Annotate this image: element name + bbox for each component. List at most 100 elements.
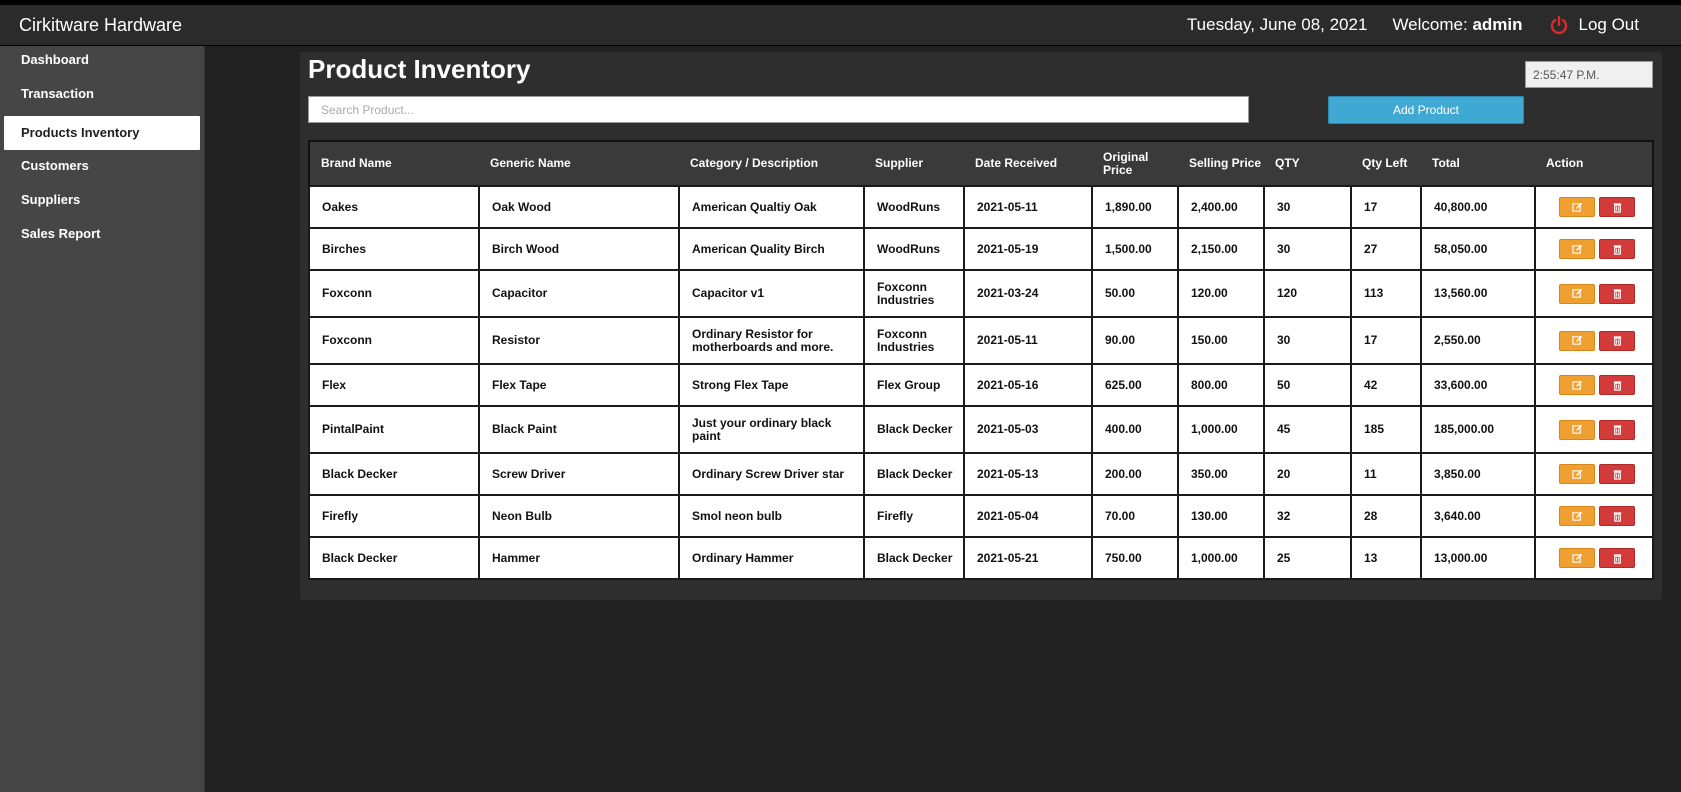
trash-icon [1613,202,1621,213]
table-cell: WoodRuns [863,227,965,271]
table-cell: 32 [1263,494,1352,538]
table-cell: 28 [1350,494,1422,538]
table-cell: 350.00 [1177,452,1265,496]
edit-button[interactable] [1559,197,1595,217]
column-header: Selling Price [1178,141,1264,186]
edit-button[interactable] [1559,375,1595,395]
column-header: Generic Name [479,141,679,186]
search-input[interactable] [308,96,1249,123]
delete-button[interactable] [1599,464,1635,484]
table-cell: Birch Wood [478,227,680,271]
edit-button[interactable] [1559,419,1595,440]
edit-icon [1571,511,1582,521]
delete-button[interactable] [1599,239,1635,259]
table-cell: Oak Wood [478,185,680,229]
delete-button[interactable] [1599,375,1635,395]
edit-icon [1571,553,1582,563]
table-cell: 625.00 [1091,363,1179,407]
action-cell [1534,405,1654,454]
table-cell: PintalPaint [308,405,480,454]
current-date: Tuesday, June 08, 2021 [1186,15,1368,34]
table-cell: 185 [1350,405,1422,454]
top-bar: Cirkitware Hardware Tuesday, June 08, 20… [0,0,1681,46]
table-cell: 3,850.00 [1420,452,1536,496]
table-cell: 11 [1350,452,1422,496]
table-cell: 13,560.00 [1420,269,1536,318]
action-cell [1534,269,1654,318]
sidebar-item-products-inventory[interactable]: Products Inventory [4,116,200,150]
table-cell: Smol neon bulb [678,494,865,538]
sidebar-item-dashboard[interactable]: Dashboard [4,46,200,80]
table-cell: Hammer [478,536,680,580]
table-cell: Oakes [308,185,480,229]
table-cell: 30 [1263,227,1352,271]
table-cell: 1,890.00 [1091,185,1179,229]
table-row: PintalPaint Black Paint Just your ordinary… [308,405,1654,454]
table-cell: Birches [308,227,480,271]
table-cell: Resistor [478,316,680,365]
trash-icon [1613,469,1621,480]
table-cell: 3,640.00 [1420,494,1536,538]
table-cell: 25 [1263,536,1352,580]
logout-button[interactable]: Log Out [1549,15,1639,35]
table-cell: 13,000.00 [1420,536,1536,580]
sidebar: Dashboard Transaction Products Inventory Cu… [0,46,205,792]
table-cell: Just your ordinary black paint [678,405,865,454]
delete-button[interactable] [1599,330,1635,351]
table-cell: Firefly [863,494,965,538]
table-cell: 13 [1350,536,1422,580]
table-cell: 2021-05-19 [963,227,1093,271]
table-cell: 90.00 [1091,316,1179,365]
table-cell: 50.00 [1091,269,1179,318]
table-cell: 130.00 [1177,494,1265,538]
table-cell: Foxconn Industries [863,269,965,318]
table-cell: Black Paint [478,405,680,454]
action-cell [1534,536,1654,580]
table-row: Birches Birch Wood American Quality Birch W… [308,227,1654,271]
edit-button[interactable] [1559,464,1595,484]
column-header: Action [1535,141,1653,186]
edit-button[interactable] [1559,506,1595,526]
edit-button[interactable] [1559,283,1595,304]
table-row: Foxconn Resistor Ordinary Resistor for mot… [308,316,1654,365]
table-cell: Ordinary Resistor for motherboards and m… [678,316,865,365]
delete-button[interactable] [1599,548,1635,568]
table-cell: Foxconn [308,316,480,365]
column-header: Total [1421,141,1535,186]
table-cell: 33,600.00 [1420,363,1536,407]
edit-icon [1571,380,1582,390]
edit-button[interactable] [1559,548,1595,568]
table-cell: 185,000.00 [1420,405,1536,454]
delete-button[interactable] [1599,197,1635,217]
table-cell: 113 [1350,269,1422,318]
edit-button[interactable] [1559,330,1595,351]
delete-button[interactable] [1599,419,1635,440]
sidebar-item-transaction[interactable]: Transaction [4,80,200,114]
edit-icon [1571,288,1582,298]
add-product-button[interactable]: Add Product [1328,96,1524,124]
table-cell: Foxconn Industries [863,316,965,365]
table-cell: American Qualtiy Oak [678,185,865,229]
table-cell: 40,800.00 [1420,185,1536,229]
delete-button[interactable] [1599,283,1635,304]
edit-button[interactable] [1559,239,1595,259]
delete-button[interactable] [1599,506,1635,526]
table-cell: Flex Tape [478,363,680,407]
table-cell: 200.00 [1091,452,1179,496]
table-cell: 120 [1263,269,1352,318]
table-cell: 400.00 [1091,405,1179,454]
table-cell: Strong Flex Tape [678,363,865,407]
table-cell: 17 [1350,185,1422,229]
table-cell: Screw Driver [478,452,680,496]
top-bar-right: Tuesday, June 08, 2021 Welcome: admin Lo… [1187,5,1681,45]
sidebar-item-suppliers[interactable]: Suppliers [4,186,200,220]
table-cell: 70.00 [1091,494,1179,538]
action-cell [1534,185,1654,229]
table-cell: 2021-05-04 [963,494,1093,538]
sidebar-item-sales-report[interactable]: Sales Report [4,220,200,254]
table-cell: 2021-05-21 [963,536,1093,580]
edit-icon [1571,424,1582,434]
table-cell: Foxconn [308,269,480,318]
sidebar-item-customers[interactable]: Customers [4,152,200,186]
table-cell: 42 [1350,363,1422,407]
